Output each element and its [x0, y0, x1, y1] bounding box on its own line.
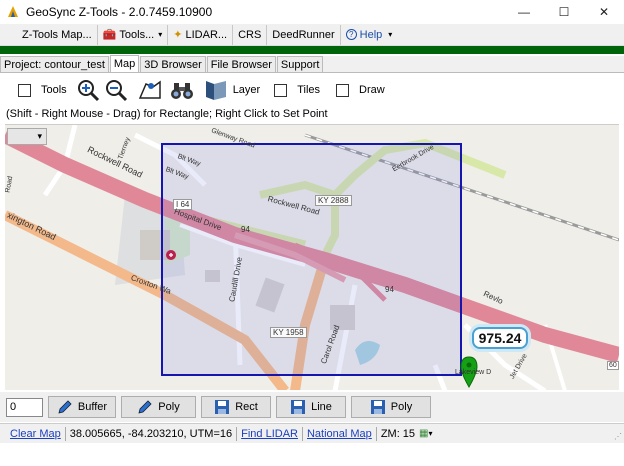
maximize-button[interactable]: ☐: [544, 0, 584, 24]
zoom-out-icon[interactable]: [103, 77, 129, 103]
menu-label: DeedRunner: [272, 28, 335, 41]
zoom-readout: ZM: 15: [380, 427, 416, 440]
button-label: Poly: [390, 401, 413, 413]
minimize-button[interactable]: —: [504, 0, 544, 24]
draw-action-bar: Buffer Poly Rect Line Poly: [0, 392, 624, 422]
tab-file-browser[interactable]: File Browser: [206, 56, 276, 72]
buffer-distance-input[interactable]: [6, 397, 43, 417]
map-toolbar: Tools Layer Tiles Draw: [0, 74, 624, 106]
layer-label: Layer: [232, 84, 261, 96]
wand-icon: ✦: [173, 29, 183, 41]
national-map-link[interactable]: National Map: [303, 426, 377, 441]
window-title: GeoSync Z-Tools - 2.0.7459.10900: [26, 5, 213, 19]
tab-project[interactable]: Project: contour_test: [0, 56, 109, 72]
line-save-button[interactable]: Line: [276, 396, 346, 418]
pencil-icon: [57, 399, 73, 415]
app-logo-icon: [8, 6, 18, 17]
menu-lidar[interactable]: ✦ LIDAR...: [168, 24, 234, 45]
button-label: Line: [311, 401, 332, 413]
tools-icon: 🧰: [102, 29, 117, 41]
tab-support[interactable]: Support: [276, 56, 324, 72]
chevron-down-icon: ▾: [37, 131, 42, 141]
map-label-ky1958: KY 1958: [270, 327, 307, 338]
menu-ztools-map[interactable]: Z-Tools Map...: [0, 24, 98, 45]
menu-help[interactable]: ? Help ▾: [341, 25, 398, 45]
accent-bar: [0, 46, 624, 54]
resize-grip-icon[interactable]: ⋰: [614, 432, 622, 441]
map-pin-icon[interactable]: [137, 77, 163, 103]
menu-tools[interactable]: 🧰 Tools... ▾: [98, 24, 169, 45]
menu-label: LIDAR...: [185, 28, 228, 41]
instruction-text: (Shift - Right Mouse - Drag) for Rectang…: [6, 108, 328, 120]
chevron-down-icon: ▾: [388, 30, 393, 39]
map-label-route: 60: [607, 361, 619, 370]
find-lidar-link[interactable]: Find LIDAR: [237, 426, 303, 441]
map-label-lakeview: Lakeview D: [455, 369, 492, 376]
button-label: Rect: [235, 401, 258, 413]
title-bar: GeoSync Z-Tools - 2.0.7459.10900 — ☐ ✕: [0, 0, 624, 24]
help-icon: ?: [345, 29, 357, 40]
coordinates-readout: 38.005665, -84.203210, UTM=16: [66, 426, 238, 441]
map-tiles: [5, 125, 619, 390]
map-type-icon[interactable]: ▦▾: [419, 428, 432, 439]
menu-label: Z-Tools Map...: [22, 28, 92, 41]
rect-save-button[interactable]: Rect: [201, 396, 271, 418]
draw-label: Draw: [359, 84, 385, 96]
tab-strip: Project: contour_test Map 3D Browser Fil…: [0, 55, 624, 73]
button-label: Buffer: [77, 401, 108, 413]
clear-map-link[interactable]: Clear Map: [6, 426, 66, 441]
pencil-icon: [137, 399, 153, 415]
map-label-94: 94: [385, 285, 394, 294]
tiles-checkbox[interactable]: [274, 83, 288, 97]
elevation-readout: 975.24: [472, 327, 528, 349]
poly-draw-button[interactable]: Poly: [121, 396, 196, 418]
binoculars-icon[interactable]: [169, 77, 195, 103]
menu-label: Tools...: [119, 28, 155, 41]
draw-checkbox[interactable]: [336, 83, 350, 97]
poly-save-button[interactable]: Poly: [351, 396, 431, 418]
menu-label: CRS: [238, 28, 262, 41]
zoom-level-dropdown[interactable]: ▾: [7, 128, 47, 145]
close-button[interactable]: ✕: [584, 0, 624, 24]
status-bar: Clear Map 38.005665, -84.203210, UTM=16 …: [0, 423, 624, 443]
save-icon: [214, 399, 230, 415]
tab-3d-browser[interactable]: 3D Browser: [140, 56, 206, 72]
layer-icon[interactable]: [203, 77, 229, 103]
menu-label: Help: [359, 28, 383, 41]
zoom-in-icon[interactable]: [75, 77, 101, 103]
save-icon: [370, 399, 386, 415]
menu-bar: Z-Tools Map... 🧰 Tools... ▾ ✦ LIDAR... C…: [0, 24, 624, 46]
button-label: Poly: [158, 401, 180, 413]
tab-map[interactable]: Map: [109, 55, 140, 72]
chevron-down-icon: ▾: [158, 30, 163, 39]
map-canvas[interactable]: Rockwell Road Rockwell Road I 64 Hospita…: [5, 124, 619, 390]
tools-label: Tools: [41, 84, 67, 96]
save-icon: [290, 399, 306, 415]
menu-deedrunner[interactable]: DeedRunner: [267, 24, 341, 45]
tiles-label: Tiles: [297, 84, 321, 96]
map-label-94: 94: [241, 225, 250, 234]
tools-checkbox[interactable]: [18, 83, 31, 97]
buffer-button[interactable]: Buffer: [48, 396, 116, 418]
menu-crs[interactable]: CRS: [233, 24, 268, 45]
map-label-ky2888: KY 2888: [315, 195, 352, 206]
